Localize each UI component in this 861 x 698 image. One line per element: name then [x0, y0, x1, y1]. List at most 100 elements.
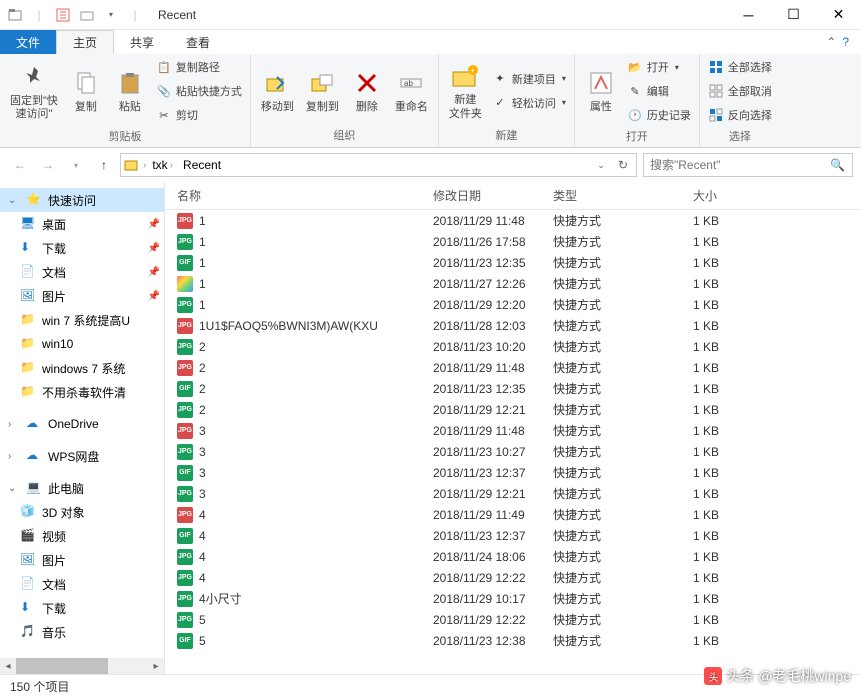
scroll-thumb[interactable]	[16, 658, 108, 674]
copyto-button[interactable]: 复制到	[300, 56, 345, 125]
newitem-button[interactable]: ✦新建项目▾	[492, 68, 566, 90]
breadcrumb-seg2[interactable]: Recent	[179, 154, 225, 176]
scroll-right-button[interactable]: ▸	[148, 658, 164, 674]
help-icon[interactable]: ?	[842, 35, 849, 49]
file-row[interactable]: GIF4 2018/11/23 12:37 快捷方式 1 KB	[165, 525, 861, 546]
expand-icon[interactable]: ›	[8, 451, 20, 462]
pin-to-quickaccess-button[interactable]: 固定到"快 速访问"	[4, 56, 64, 126]
delete-button[interactable]: 删除	[345, 56, 389, 125]
rename-button[interactable]: ab 重命名	[389, 56, 434, 125]
minimize-button[interactable]: ─	[726, 0, 771, 30]
nav-3dobjects[interactable]: 🧊3D 对象	[0, 500, 164, 524]
maximize-button[interactable]: ☐	[771, 0, 816, 30]
forward-button[interactable]: →	[36, 153, 60, 177]
file-row[interactable]: JPG2 2018/11/29 12:21 快捷方式 1 KB	[165, 399, 861, 420]
file-row[interactable]: JPG1 2018/11/29 12:20 快捷方式 1 KB	[165, 294, 861, 315]
scroll-track[interactable]	[16, 658, 148, 674]
file-row[interactable]: JPG1U1$FAOQ5%BWNI3M)AW(KXU 2018/11/28 12…	[165, 315, 861, 336]
ribbon-collapse-icon[interactable]: ⌃	[826, 35, 836, 49]
file-row[interactable]: GIF5 2018/11/23 12:38 快捷方式 1 KB	[165, 630, 861, 651]
breadcrumb-seg1[interactable]: txk›	[148, 154, 177, 176]
copypath-button[interactable]: 📋复制路径	[156, 56, 242, 78]
file-row[interactable]: JPG5 2018/11/29 12:22 快捷方式 1 KB	[165, 609, 861, 630]
nav-onedrive[interactable]: ›☁OneDrive	[0, 412, 164, 436]
search-input[interactable]	[650, 158, 830, 172]
file-row[interactable]: JPG3 2018/11/29 12:21 快捷方式 1 KB	[165, 483, 861, 504]
tab-file[interactable]: 文件	[0, 30, 56, 54]
nav-documents[interactable]: 📄文档📌	[0, 260, 164, 284]
nav-music[interactable]: 🎵音乐	[0, 620, 164, 644]
expand-icon[interactable]: ⌄	[8, 195, 20, 206]
nav-folder-win7[interactable]: 📁win 7 系统提高U	[0, 308, 164, 332]
selectall-button[interactable]: 全部选择	[708, 56, 772, 78]
file-row[interactable]: JPG4小尺寸 2018/11/29 10:17 快捷方式 1 KB	[165, 588, 861, 609]
copy-button[interactable]: 复制	[64, 56, 108, 126]
file-row[interactable]: GIF1 2018/11/23 12:35 快捷方式 1 KB	[165, 252, 861, 273]
qat-dropdown-icon[interactable]: ▾	[100, 4, 122, 26]
tab-share[interactable]: 共享	[114, 30, 170, 54]
file-row[interactable]: 1 2018/11/27 12:26 快捷方式 1 KB	[165, 273, 861, 294]
edit-button[interactable]: ✎编辑	[627, 80, 691, 102]
column-size[interactable]: 大小	[685, 187, 765, 204]
selectnone-button[interactable]: 全部取消	[708, 80, 772, 102]
file-row[interactable]: GIF2 2018/11/23 12:35 快捷方式 1 KB	[165, 378, 861, 399]
nav-desktop[interactable]: 🖥桌面📌	[0, 212, 164, 236]
address-bar[interactable]: › txk› Recent ⌄ ↻	[120, 153, 637, 177]
properties-button[interactable]: 属性	[579, 56, 623, 126]
file-row[interactable]: JPG2 2018/11/23 10:20 快捷方式 1 KB	[165, 336, 861, 357]
pasteshortcut-button[interactable]: 📎粘贴快捷方式	[156, 80, 242, 102]
close-button[interactable]: ✕	[816, 0, 861, 30]
open-button[interactable]: 📂打开▾	[627, 56, 691, 78]
newfolder-button[interactable]: + 新建 文件夹	[443, 56, 488, 125]
nav-folder-novirus[interactable]: 📁不用杀毒软件清	[0, 380, 164, 404]
expand-icon[interactable]: ›	[8, 419, 20, 430]
tab-home[interactable]: 主页	[56, 30, 114, 54]
scroll-left-button[interactable]: ◂	[0, 658, 16, 674]
easyaccess-button[interactable]: ✓轻松访问▾	[492, 92, 566, 114]
up-button[interactable]: ↑	[92, 153, 116, 177]
file-row[interactable]: JPG3 2018/11/23 10:27 快捷方式 1 KB	[165, 441, 861, 462]
nav-wps[interactable]: ›☁WPS网盘	[0, 444, 164, 468]
file-row[interactable]: JPG1 2018/11/26 17:58 快捷方式 1 KB	[165, 231, 861, 252]
column-name[interactable]: 名称	[165, 187, 425, 204]
breadcrumb-sep[interactable]: ›	[143, 160, 146, 171]
nav-pictures2[interactable]: 🖼图片	[0, 548, 164, 572]
nav-downloads2[interactable]: ⬇下载	[0, 596, 164, 620]
moveto-button[interactable]: 移动到	[255, 56, 300, 125]
file-row[interactable]: JPG2 2018/11/29 11:48 快捷方式 1 KB	[165, 357, 861, 378]
nav-documents2[interactable]: 📄文档	[0, 572, 164, 596]
search-box[interactable]: 🔍	[643, 153, 853, 177]
search-icon[interactable]: 🔍	[830, 158, 846, 172]
paste-button[interactable]: 粘贴	[108, 56, 152, 126]
qat-properties-icon[interactable]	[52, 4, 74, 26]
nav-horizontal-scrollbar[interactable]: ◂ ▸	[0, 658, 164, 674]
nav-folder-windows7[interactable]: 📁windows 7 系统	[0, 356, 164, 380]
address-dropdown[interactable]: ⌄	[590, 154, 612, 176]
qat-newfolder-icon[interactable]	[76, 4, 98, 26]
file-row[interactable]: JPG1 2018/11/29 11:48 快捷方式 1 KB	[165, 210, 861, 231]
recent-dropdown[interactable]: ▾	[64, 153, 88, 177]
nav-videos[interactable]: 🎬视频	[0, 524, 164, 548]
file-row[interactable]: GIF3 2018/11/23 12:37 快捷方式 1 KB	[165, 462, 861, 483]
nav-thispc[interactable]: ⌄💻此电脑	[0, 476, 164, 500]
file-row[interactable]: JPG3 2018/11/29 11:48 快捷方式 1 KB	[165, 420, 861, 441]
cut-button[interactable]: ✂剪切	[156, 104, 242, 126]
nav-folder-win10[interactable]: 📁win10	[0, 332, 164, 356]
column-date[interactable]: 修改日期	[425, 187, 545, 204]
file-row[interactable]: JPG4 2018/11/29 11:49 快捷方式 1 KB	[165, 504, 861, 525]
pictures-icon: 🖼	[20, 552, 36, 568]
refresh-button[interactable]: ↻	[612, 154, 634, 176]
column-type[interactable]: 类型	[545, 187, 685, 204]
invert-button[interactable]: 反向选择	[708, 104, 772, 126]
history-button[interactable]: 🕐历史记录	[627, 104, 691, 126]
navigation-pane[interactable]: ⌄⭐快速访问 🖥桌面📌 ⬇下载📌 📄文档📌 🖼图片📌 📁win 7 系统提高U …	[0, 182, 165, 674]
nav-downloads[interactable]: ⬇下载📌	[0, 236, 164, 260]
expand-icon[interactable]: ⌄	[8, 483, 20, 494]
file-row[interactable]: JPG4 2018/11/24 18:06 快捷方式 1 KB	[165, 546, 861, 567]
tab-view[interactable]: 查看	[170, 30, 226, 54]
back-button[interactable]: ←	[8, 153, 32, 177]
nav-pictures[interactable]: 🖼图片📌	[0, 284, 164, 308]
nav-quickaccess[interactable]: ⌄⭐快速访问	[0, 188, 164, 212]
file-row[interactable]: JPG4 2018/11/29 12:22 快捷方式 1 KB	[165, 567, 861, 588]
file-type: 快捷方式	[545, 443, 685, 460]
